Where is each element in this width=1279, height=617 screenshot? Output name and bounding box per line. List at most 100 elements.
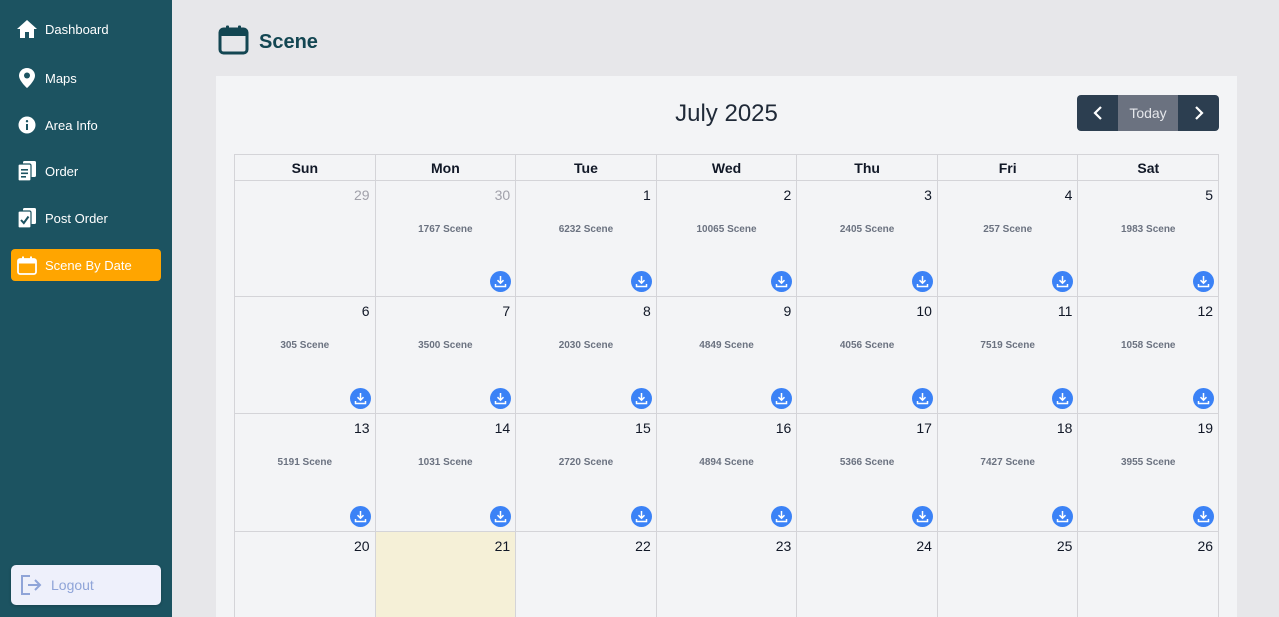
sidebar-item-scene-by-date[interactable]: Scene By Date bbox=[11, 249, 161, 281]
day-cell-today[interactable]: 21 bbox=[375, 532, 517, 617]
download-button[interactable] bbox=[349, 506, 371, 527]
scene-count: 6232 Scene bbox=[558, 224, 614, 235]
day-cell[interactable]: 14 1031 Scene bbox=[375, 414, 517, 532]
sidebar-item-label: Maps bbox=[45, 70, 77, 86]
download-button[interactable] bbox=[630, 506, 652, 527]
download-icon bbox=[354, 511, 366, 523]
download-button[interactable] bbox=[1193, 271, 1215, 292]
download-button[interactable] bbox=[1193, 506, 1215, 527]
download-button[interactable] bbox=[630, 388, 652, 409]
day-cell[interactable]: 6 305 Scene bbox=[235, 297, 376, 414]
day-cell[interactable]: 15 2720 Scene bbox=[516, 414, 657, 532]
day-number: 18 bbox=[1056, 420, 1073, 436]
home-icon bbox=[16, 18, 38, 40]
download-button[interactable] bbox=[349, 388, 371, 409]
logout-button[interactable]: Logout bbox=[11, 565, 161, 605]
scene-count: 5191 Scene bbox=[277, 457, 333, 468]
download-button[interactable] bbox=[630, 271, 652, 292]
download-button[interactable] bbox=[490, 388, 512, 409]
scene-count: 5366 Scene bbox=[839, 457, 895, 468]
day-cell[interactable]: 20 bbox=[235, 532, 376, 617]
day-number: 15 bbox=[635, 420, 651, 436]
calendar-nav: Today bbox=[1077, 95, 1219, 131]
sidebar-item-dashboard[interactable]: Dashboard bbox=[11, 13, 161, 45]
day-cell[interactable]: 19 3955 Scene bbox=[1078, 414, 1220, 532]
day-number: 25 bbox=[1056, 538, 1073, 554]
day-cell[interactable]: 30 1767 Scene bbox=[375, 181, 517, 297]
day-cell[interactable]: 17 5366 Scene bbox=[797, 414, 938, 532]
download-icon bbox=[916, 276, 929, 288]
download-button[interactable] bbox=[911, 271, 933, 292]
scene-count: 2030 Scene bbox=[558, 340, 614, 351]
download-button[interactable] bbox=[490, 506, 512, 527]
day-cell[interactable]: 23 bbox=[657, 532, 798, 617]
download-icon bbox=[354, 393, 366, 405]
download-icon bbox=[494, 511, 507, 523]
day-cell[interactable]: 16 4894 Scene bbox=[656, 414, 798, 532]
today-button[interactable]: Today bbox=[1118, 95, 1178, 131]
download-button[interactable] bbox=[1052, 271, 1074, 292]
download-button[interactable] bbox=[490, 271, 512, 292]
download-button[interactable] bbox=[911, 388, 933, 409]
day-number: 3 bbox=[924, 187, 932, 203]
day-cell[interactable]: 1 6232 Scene bbox=[516, 181, 657, 297]
day-number: 19 bbox=[1197, 420, 1214, 436]
download-button[interactable] bbox=[771, 506, 793, 527]
day-cell[interactable]: 22 bbox=[516, 532, 657, 617]
weekday-header-row: Sun Mon Tue Wed Thu Fri Sat bbox=[234, 154, 1220, 181]
day-number: 9 bbox=[783, 303, 792, 319]
download-button[interactable] bbox=[1052, 506, 1074, 527]
day-number: 24 bbox=[916, 538, 932, 554]
download-icon bbox=[1197, 276, 1210, 288]
day-cell[interactable]: 10 4056 Scene bbox=[797, 297, 938, 414]
scene-count: 1031 Scene bbox=[418, 457, 473, 468]
scene-count: 2720 Scene bbox=[558, 457, 614, 468]
day-cell[interactable]: 4 257 Scene bbox=[937, 181, 1079, 297]
day-cell[interactable]: 24 bbox=[797, 532, 938, 617]
day-number: 6 bbox=[361, 303, 370, 319]
download-button[interactable] bbox=[1052, 388, 1074, 409]
day-cell[interactable]: 9 4849 Scene bbox=[656, 297, 798, 414]
day-number: 10 bbox=[916, 303, 932, 319]
prev-month-button[interactable] bbox=[1077, 95, 1118, 131]
download-icon bbox=[635, 276, 647, 288]
day-cell[interactable]: 18 7427 Scene bbox=[937, 414, 1079, 532]
sidebar-item-label: Scene By Date bbox=[45, 257, 132, 273]
weekday-header: Sun bbox=[235, 155, 376, 181]
download-icon bbox=[494, 393, 507, 405]
day-cell[interactable]: 25 bbox=[938, 532, 1079, 617]
day-cell[interactable]: 26 bbox=[1078, 532, 1220, 617]
week-row: 6 305 Scene 7 3500 Scene 8 2030 Scene 9 4849 Sc… bbox=[234, 297, 1220, 414]
day-cell[interactable]: 8 2030 Scene bbox=[516, 297, 657, 414]
day-cell[interactable]: 29 bbox=[235, 181, 376, 297]
clipboard-icon bbox=[16, 160, 38, 182]
download-button[interactable] bbox=[1193, 388, 1215, 409]
next-month-button[interactable] bbox=[1178, 95, 1219, 131]
day-cell[interactable]: 11 7519 Scene bbox=[937, 297, 1079, 414]
day-cell[interactable]: 2 10065 Scene bbox=[656, 181, 798, 297]
sidebar-item-order[interactable]: Order bbox=[11, 155, 161, 187]
day-cell[interactable]: 5 1983 Scene bbox=[1078, 181, 1220, 297]
download-button[interactable] bbox=[771, 388, 793, 409]
page-title: Scene bbox=[259, 31, 318, 53]
download-icon bbox=[1197, 393, 1210, 405]
day-cell[interactable]: 3 2405 Scene bbox=[797, 181, 938, 297]
day-cell[interactable]: 12 1058 Scene bbox=[1078, 297, 1220, 414]
download-button[interactable] bbox=[911, 506, 933, 527]
info-icon bbox=[16, 114, 38, 136]
weekday-header: Fri bbox=[937, 155, 1079, 181]
download-icon bbox=[916, 393, 929, 405]
sidebar-item-maps[interactable]: Maps bbox=[11, 62, 161, 94]
sidebar-item-area-info[interactable]: Area Info bbox=[11, 109, 161, 141]
day-number: 22 bbox=[635, 538, 651, 554]
download-icon bbox=[635, 511, 647, 523]
day-cell[interactable]: 7 3500 Scene bbox=[375, 297, 517, 414]
day-number: 23 bbox=[775, 538, 792, 554]
scene-count: 1058 Scene bbox=[1121, 340, 1176, 351]
day-number: 7 bbox=[502, 303, 511, 319]
download-button[interactable] bbox=[771, 271, 793, 292]
scene-count: 3500 Scene bbox=[418, 340, 473, 351]
scene-count: 10065 Scene bbox=[696, 224, 757, 235]
sidebar-item-post-order[interactable]: Post Order bbox=[11, 202, 161, 234]
day-cell[interactable]: 13 5191 Scene bbox=[235, 414, 376, 532]
